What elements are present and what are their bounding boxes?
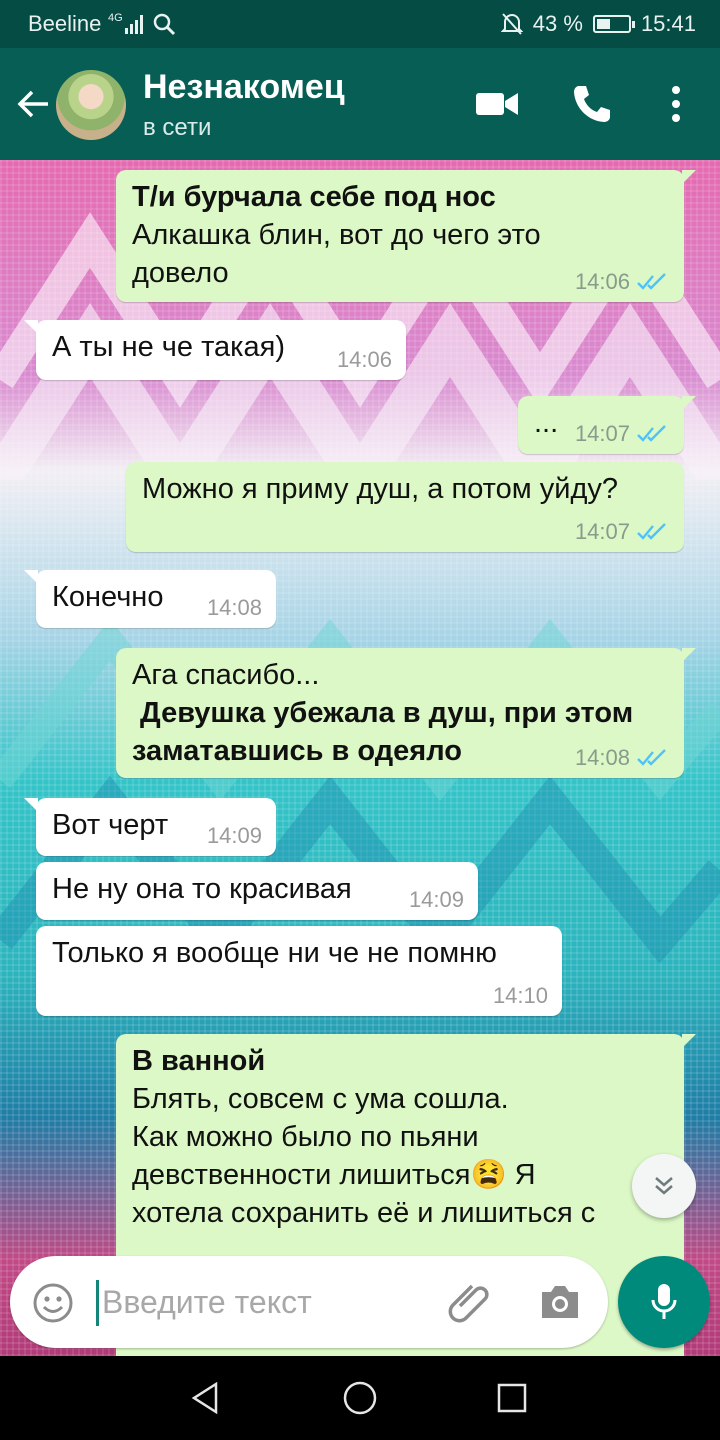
camera-icon[interactable] — [538, 1280, 582, 1324]
text-cursor — [96, 1280, 99, 1326]
battery-icon — [592, 15, 635, 33]
message-meta: 14:06 — [337, 348, 392, 372]
message-input[interactable]: Введите текст — [10, 1256, 608, 1348]
message-time: 14:06 — [574, 269, 630, 294]
carrier-name: Beeline — [28, 11, 102, 36]
microphone-button[interactable] — [618, 1256, 710, 1348]
incoming-message[interactable]: Конечно 14:08 — [24, 570, 276, 628]
message-time: 14:07 — [574, 519, 630, 544]
bubble-tail — [24, 570, 38, 584]
nav-back-icon[interactable] — [188, 1380, 224, 1416]
nav-recents-icon[interactable] — [496, 1382, 528, 1414]
attach-icon[interactable] — [448, 1280, 494, 1326]
more-options-icon[interactable] — [664, 82, 688, 126]
scroll-down-button[interactable] — [632, 1154, 696, 1218]
message-text: хотела сохранить её и лишиться с — [132, 1197, 596, 1229]
contact-status: в сети — [143, 114, 212, 141]
bubble-tail — [682, 1034, 696, 1048]
read-receipt-icon — [637, 425, 666, 442]
message-time: 14:10 — [492, 983, 548, 1008]
message-time: 14:09 — [206, 823, 262, 848]
bubble-tail — [24, 798, 38, 812]
read-receipt-icon — [637, 523, 666, 540]
status-bar: Beeline 4G 43 % 15:41 — [0, 0, 720, 48]
message-text: Только я вообще ни че не помню — [52, 937, 497, 969]
incoming-message[interactable]: А ты не че такая) 14:06 — [24, 320, 406, 380]
emoji-icon[interactable] — [30, 1280, 76, 1326]
message-meta: 14:06 — [575, 270, 670, 294]
chat-header: Незнакомец в сети — [0, 48, 720, 160]
double-chevron-down-icon — [655, 1177, 673, 1195]
clock: 15:41 — [640, 11, 696, 36]
message-time: 14:06 — [336, 347, 392, 372]
message-meta: 14:08 — [575, 746, 670, 770]
message-time: 14:07 — [574, 421, 630, 446]
bubble-tail — [682, 396, 696, 410]
message-time: 14:08 — [574, 745, 630, 770]
message-text: Девушка убежала в душ, при этом — [132, 697, 634, 729]
read-receipt-icon — [637, 749, 666, 766]
avatar[interactable] — [56, 70, 126, 140]
back-arrow-icon[interactable] — [14, 84, 54, 124]
incoming-message[interactable]: Только я вообще ни че не помню 14:10 — [36, 926, 562, 1016]
message-meta: 14:08 — [207, 596, 262, 620]
message-meta: 14:10 — [493, 984, 548, 1008]
signal-icon — [125, 15, 143, 34]
input-bar: Введите текст — [0, 1248, 720, 1356]
nav-home-icon[interactable] — [342, 1380, 378, 1416]
bubble-tail — [24, 320, 38, 334]
outgoing-message[interactable]: ... 14:07 — [518, 396, 696, 454]
message-meta: 14:09 — [207, 824, 262, 848]
incoming-message[interactable]: Не ну она то красивая 14:09 — [36, 862, 478, 920]
message-text: девственности лишиться😫 Я — [132, 1159, 536, 1191]
message-text: Т/и бурчала себе под нос — [132, 181, 496, 213]
mute-bell-icon — [500, 13, 523, 35]
microphone-icon — [651, 1284, 677, 1319]
message-meta: 14:09 — [409, 888, 464, 912]
message-text: В ванной — [132, 1045, 266, 1077]
bubble-tail — [682, 170, 696, 184]
outgoing-message[interactable]: Т/и бурчала себе под нос Алкашка блин, во… — [116, 170, 696, 302]
message-time: 14:09 — [408, 887, 464, 912]
input-placeholder[interactable]: Введите текст — [102, 1284, 312, 1321]
phone-call-icon[interactable] — [570, 82, 614, 126]
search-icon — [153, 13, 176, 36]
message-text: Ага спасибо... — [132, 659, 320, 691]
message-text: Можно я приму душ, а потом уйду? — [142, 473, 619, 505]
outgoing-message[interactable]: Можно я приму душ, а потом уйду? 14:07 — [126, 462, 684, 552]
bubble-tail — [682, 648, 696, 662]
read-receipt-icon — [637, 273, 666, 290]
system-navigation-bar — [0, 1356, 720, 1440]
message-text: Как можно было по пьяни — [132, 1121, 479, 1153]
message-text: Блять, совсем с ума сошла. — [132, 1083, 509, 1115]
message-text: Не ну она то красивая — [52, 873, 352, 905]
incoming-message[interactable]: Вот черт 14:09 — [24, 798, 276, 856]
network-type: 4G — [108, 12, 123, 24]
message-meta: 14:07 — [575, 422, 670, 446]
battery-percent: 43 % — [532, 11, 583, 36]
message-meta: 14:07 — [575, 520, 670, 544]
video-call-icon[interactable] — [474, 86, 520, 122]
message-text: Алкашка блин, вот до чего это — [132, 219, 541, 251]
contact-name[interactable]: Незнакомец — [143, 68, 345, 107]
chat-area[interactable]: Т/и бурчала себе под нос Алкашка блин, во… — [0, 160, 720, 1356]
message-time: 14:08 — [206, 595, 262, 620]
outgoing-message[interactable]: Ага спасибо... Девушка убежала в душ, пр… — [116, 648, 696, 778]
